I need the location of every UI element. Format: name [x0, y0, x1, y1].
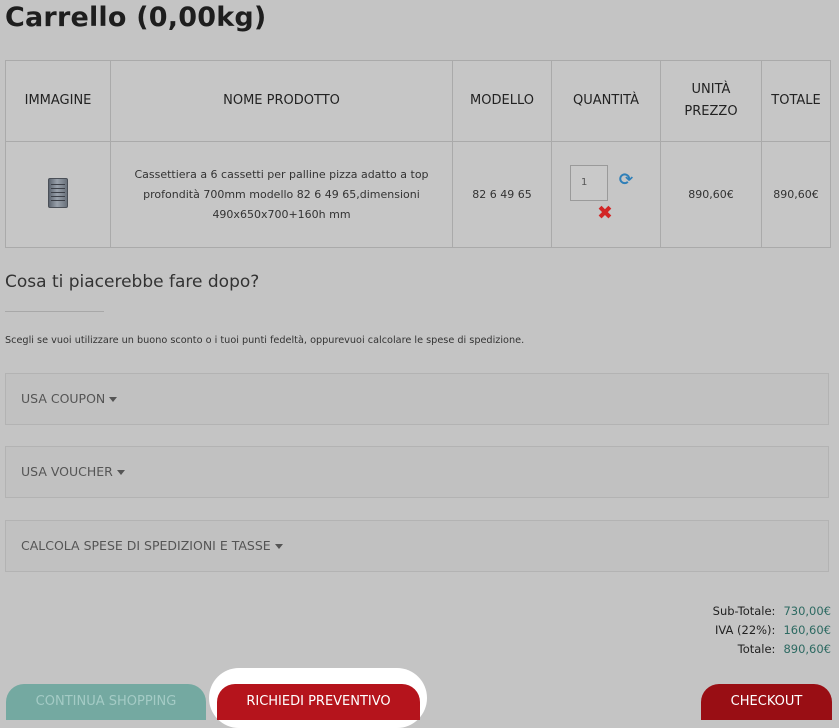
coupon-panel-label[interactable]: USA COUPON — [21, 391, 118, 406]
total-value: 890,60€ — [783, 642, 831, 656]
remove-icon[interactable]: ✖ — [597, 203, 613, 223]
page-title: Carrello (0,00kg) — [5, 2, 267, 33]
shipping-panel[interactable]: CALCOLA SPESE DI SPEDIZIONI E TASSE — [5, 520, 829, 572]
total-row: Totale: 890,60€ — [713, 642, 831, 661]
subtotal-value: 730,00€ — [783, 604, 831, 618]
total-label: Totale: — [737, 642, 776, 656]
header-quantity: QUANTITÀ — [551, 60, 661, 142]
next-steps-description: Scegli se vuoi utilizzare un buono scont… — [5, 335, 525, 346]
header-model: MODELLO — [452, 60, 552, 142]
request-quote-button[interactable]: RICHIEDI PREVENTIVO — [217, 684, 420, 720]
product-thumbnail[interactable] — [48, 178, 68, 208]
quantity-cell: ⟳ ✖ — [551, 141, 661, 248]
caret-down-icon — [116, 470, 125, 475]
header-unit-price-line2: PREZZO — [684, 104, 738, 119]
vat-row: IVA (22%): 160,60€ — [713, 623, 831, 642]
checkout-button[interactable]: CHECKOUT — [701, 684, 832, 720]
header-total: TOTALE — [761, 60, 831, 142]
cart-header-row: IMMAGINE NOME PRODOTTO MODELLO QUANTITÀ … — [5, 60, 831, 142]
header-unit-price-line1: UNITÀ — [691, 82, 731, 97]
cart-table: IMMAGINE NOME PRODOTTO MODELLO QUANTITÀ … — [5, 60, 831, 248]
heading-divider — [5, 311, 104, 312]
product-image-cell — [5, 141, 111, 248]
header-unit-price: UNITÀ PREZZO — [660, 60, 762, 142]
subtotal-label: Sub-Totale: — [712, 604, 776, 618]
header-product-name: NOME PRODOTTO — [110, 60, 453, 142]
product-name[interactable]: Cassettiera a 6 cassetti per palline piz… — [110, 141, 453, 248]
vat-value: 160,60€ — [783, 623, 831, 637]
next-steps-heading: Cosa ti piacerebbe fare dopo? — [5, 272, 260, 292]
coupon-label-text: USA COUPON — [21, 391, 106, 406]
vat-label: IVA (22%): — [714, 623, 776, 637]
continue-shopping-button[interactable]: CONTINUA SHOPPING — [6, 684, 206, 720]
voucher-label-text: USA VOUCHER — [21, 464, 113, 479]
header-image: IMMAGINE — [5, 60, 111, 142]
caret-down-icon — [274, 544, 283, 549]
voucher-panel-label[interactable]: USA VOUCHER — [21, 464, 125, 479]
quantity-input[interactable] — [570, 164, 608, 201]
caret-down-icon — [109, 397, 118, 402]
refresh-icon[interactable]: ⟳ — [617, 171, 635, 189]
shipping-panel-label[interactable]: CALCOLA SPESE DI SPEDIZIONI E TASSE — [21, 538, 283, 553]
coupon-panel[interactable]: USA COUPON — [5, 373, 829, 425]
order-totals: Sub-Totale: 730,00€ IVA (22%): 160,60€ T… — [713, 604, 831, 661]
subtotal-row: Sub-Totale: 730,00€ — [713, 604, 831, 623]
shipping-label-text: CALCOLA SPESE DI SPEDIZIONI E TASSE — [21, 538, 271, 553]
cart-row: Cassettiera a 6 cassetti per palline piz… — [5, 141, 831, 248]
row-total: 890,60€ — [761, 141, 831, 248]
product-model: 82 6 49 65 — [452, 141, 552, 248]
unit-price: 890,60€ — [660, 141, 762, 248]
voucher-panel[interactable]: USA VOUCHER — [5, 446, 829, 498]
